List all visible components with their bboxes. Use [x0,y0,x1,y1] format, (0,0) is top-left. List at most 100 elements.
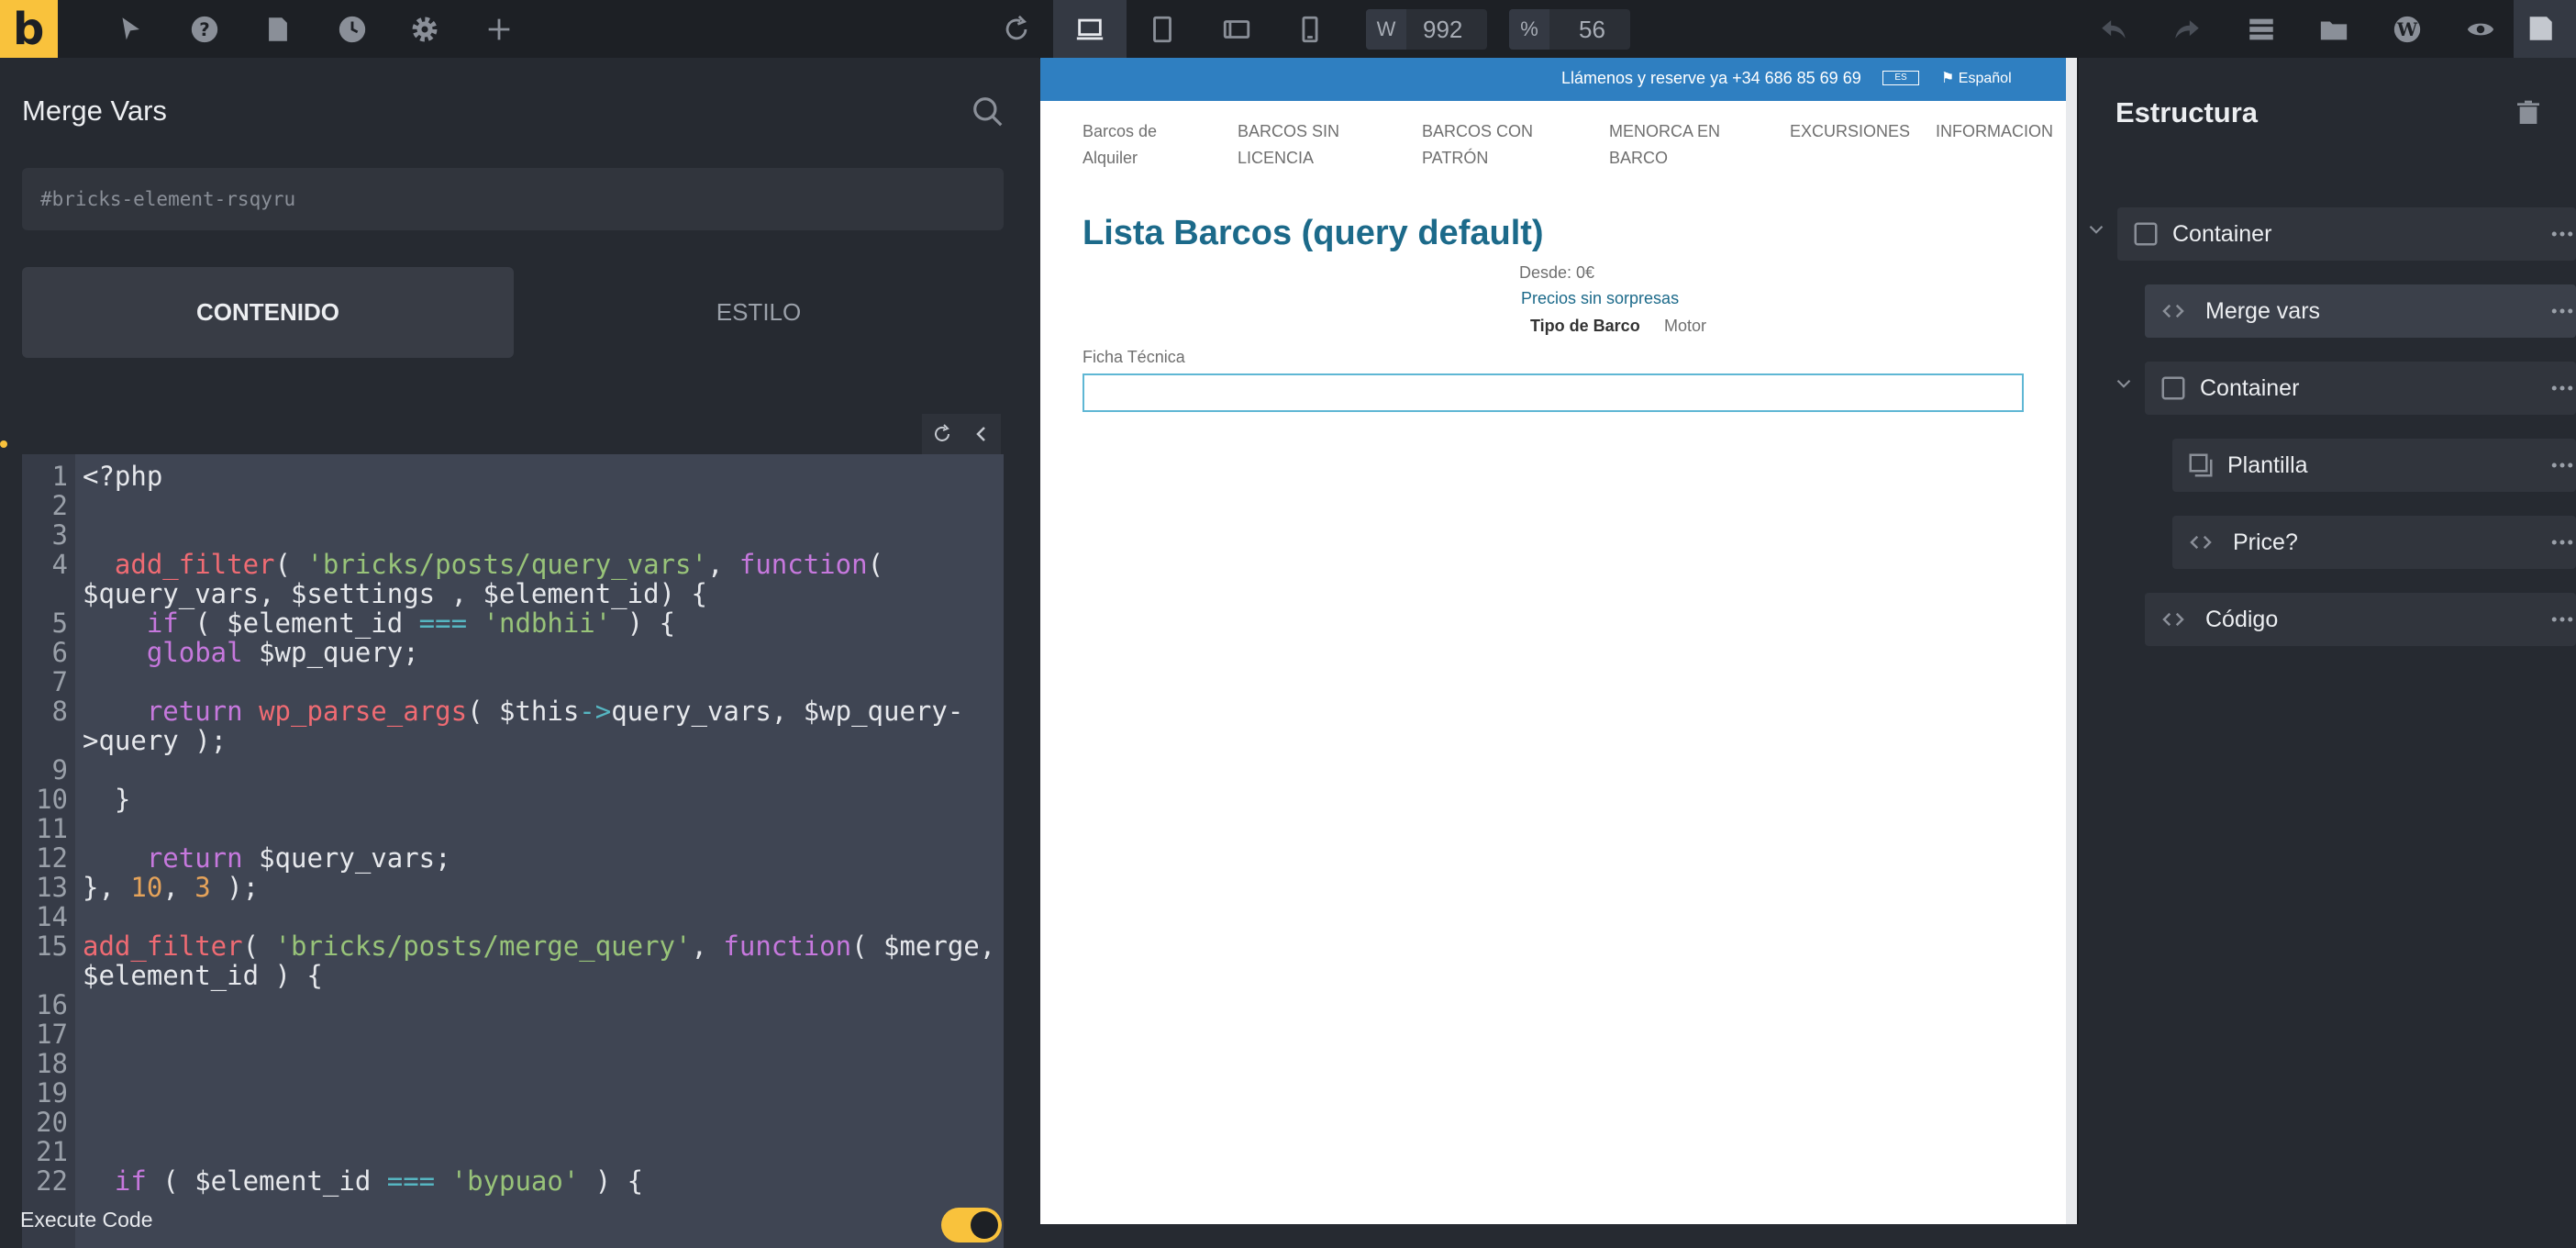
zoom-value[interactable]: 56 [1579,9,1605,50]
nav-item-excursiones[interactable]: EXCURSIONES [1790,118,1910,145]
code-line[interactable]: 8 return wp_parse_args( $this->query_var… [22,696,994,726]
mobile-breakpoint-icon[interactable] [1290,9,1330,50]
chevron-down-icon[interactable] [2084,217,2108,241]
code-editor-tools [922,414,1001,454]
canvas-width-field[interactable]: W 992 [1366,9,1487,50]
reload-code-icon[interactable] [922,414,961,454]
help-icon[interactable]: ? [184,9,225,50]
code-line[interactable]: 20 [22,1108,994,1137]
line-number: 17 [36,1019,68,1050]
wordpress-icon[interactable]: W [2387,9,2427,50]
code-line[interactable]: 3 [22,520,994,550]
tab-contenido[interactable]: CONTENIDO [22,267,514,358]
code-line[interactable]: 9 [22,755,994,785]
execute-code-toggle[interactable] [941,1208,1002,1242]
more-dots-icon[interactable] [2548,529,2576,556]
structure-node-price[interactable]: Price? [2172,516,2576,569]
language-switcher[interactable]: ⚑ Español [1941,69,2012,87]
more-dots-icon[interactable] [2548,220,2576,248]
line-number: 15 [36,930,68,962]
code-icon [2162,304,2184,318]
line-number: 14 [36,901,68,932]
undo-icon[interactable] [2093,9,2134,50]
bricks-logo[interactable]: b [0,0,58,58]
code-line[interactable]: 21 [22,1137,994,1166]
code-line[interactable]: 6 global $wp_query; [22,638,994,667]
settings-gear-icon[interactable] [405,9,445,50]
more-dots-icon[interactable] [2548,451,2576,479]
code-line[interactable]: 12 return $query_vars; [22,843,994,873]
canvas-preview[interactable]: Llámenos y reserve ya +34 686 85 69 69 E… [1040,58,2077,1224]
more-dots-icon[interactable] [2548,297,2576,325]
line-number: 2 [51,490,68,521]
nav-item-barcos-sin-licencia[interactable]: BARCOS SIN LICENCIA [1238,118,1339,172]
nav-line: BARCOS SIN [1238,122,1340,140]
nav-item-informacion[interactable]: INFORMACION [1936,118,2053,145]
nav-item-barcos-con-patron[interactable]: BARCOS CON PATRÓN [1422,118,1533,172]
nav-line: BARCOS CON [1422,122,1534,140]
refresh-icon[interactable] [996,9,1037,50]
nav-line: Barcos de [1083,122,1158,140]
tablet-landscape-icon[interactable] [1216,9,1257,50]
cursor-icon[interactable] [110,9,150,50]
code-line[interactable]: >query ); [22,726,994,755]
redo-icon[interactable] [2167,9,2207,50]
folder-icon[interactable] [2314,9,2354,50]
site-top-bar: Llámenos y reserve ya +34 686 85 69 69 E… [1040,58,2066,101]
save-button[interactable] [2514,0,2576,58]
code-editor[interactable]: 1 <?php 2 3 4 add_filter( 'bricks/posts/quer… [22,454,1004,1248]
code-line[interactable]: 1 <?php [22,462,994,491]
nav-item-menorca-en-barco[interactable]: MENORCA EN BARCO [1609,118,1720,172]
collapse-chevron-left-icon[interactable] [961,414,1001,454]
execute-code-label: Execute Code [20,1208,153,1231]
preview-scrollbar[interactable] [2066,58,2077,1224]
more-dots-icon[interactable] [2548,374,2576,402]
structure-node-container[interactable]: Container [2117,207,2576,261]
code-line[interactable]: 2 [22,491,994,520]
code-icon [2162,612,2184,627]
nav-item-barcos-de-alquiler[interactable]: Barcos de Alquiler [1083,118,1157,172]
chevron-down-icon[interactable] [2112,372,2136,396]
code-line[interactable]: 7 [22,667,994,696]
code-line[interactable]: 19 [22,1078,994,1108]
code-line[interactable]: 22 if ( $element_id === 'bypuao' ) { [22,1166,994,1196]
code-line[interactable]: 18 [22,1049,994,1078]
tab-estilo[interactable]: ESTILO [514,267,1004,358]
desktop-breakpoint-icon[interactable] [1053,0,1127,58]
code-text: add_filter( 'bricks/posts/query_vars', f… [114,549,884,580]
structure-node-merge-vars[interactable]: Merge vars [2145,284,2576,338]
structure-node-plantilla[interactable]: Plantilla [2172,439,2576,492]
more-dots-icon[interactable] [2548,606,2576,633]
code-line[interactable]: 17 [22,1020,994,1049]
code-line[interactable]: 11 [22,814,994,843]
history-icon[interactable] [332,9,372,50]
top-bar-phone[interactable]: Llámenos y reserve ya +34 686 85 69 69 [1561,69,1861,88]
width-value[interactable]: 992 [1423,9,1462,50]
tagline-link[interactable]: Precios sin sorpresas [1521,289,1679,308]
layers-stack-icon[interactable] [2241,9,2282,50]
css-selector-text: #bricks-element-rsqyru [40,188,296,210]
code-line[interactable]: 16 [22,990,994,1020]
code-line[interactable]: $query_vars, $settings , $element_id) { [22,579,994,608]
code-line[interactable]: $element_id ) { [22,961,994,990]
code-line[interactable]: 10 } [22,785,994,814]
code-line[interactable]: 5 if ( $element_id === 'ndbhii' ) { [22,608,994,638]
preview-eye-icon[interactable] [2460,9,2501,50]
top-bar-badge: ES [1882,71,1919,85]
code-line[interactable]: 13}, 10, 3 ); [22,873,994,902]
zoom-field[interactable]: % 56 [1509,9,1630,50]
trash-icon[interactable] [2514,98,2543,128]
css-selector-field[interactable]: #bricks-element-rsqyru [22,168,1004,230]
selected-element-outline[interactable] [1083,373,2024,412]
code-line[interactable]: 15 add_filter( 'bricks/posts/merge_query'… [22,930,995,962]
add-element-plus-icon[interactable] [479,9,519,50]
line-number: 4 [51,549,68,580]
tablet-breakpoint-icon[interactable] [1142,9,1183,50]
code-line[interactable]: 4 add_filter( 'bricks/posts/query_vars',… [22,550,994,579]
structure-node-container[interactable]: Container [2145,362,2576,415]
structure-node-codigo[interactable]: Código [2145,593,2576,646]
pages-icon[interactable] [258,9,298,50]
line-number: 1 [51,461,68,492]
search-icon[interactable] [971,95,1005,129]
code-line[interactable]: 14 [22,902,994,931]
